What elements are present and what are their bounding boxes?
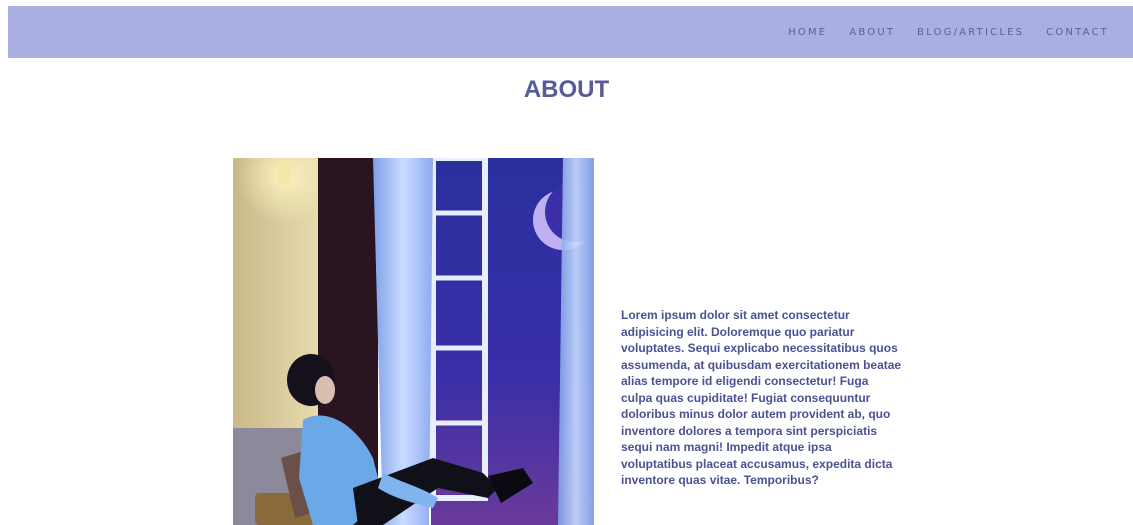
page-title: ABOUT — [523, 76, 610, 103]
wall-lamp-icon — [277, 162, 291, 184]
nav-link-contact[interactable]: CONTACT — [1046, 27, 1109, 38]
nav-link-about[interactable]: ABOUT — [849, 27, 895, 38]
top-navbar: HOME ABOUT BLOG/ARTICLES CONTACT — [8, 6, 1133, 58]
sheer-curtain-right — [558, 158, 594, 525]
nav-links: HOME ABOUT BLOG/ARTICLES CONTACT — [788, 6, 1109, 58]
person-face — [315, 376, 335, 404]
nav-link-blog-articles[interactable]: BLOG/ARTICLES — [917, 27, 1024, 38]
about-paragraph: Lorem ipsum dolor sit amet consectetur a… — [621, 308, 902, 487]
nav-link-home[interactable]: HOME — [788, 27, 827, 38]
about-photo — [233, 158, 594, 525]
